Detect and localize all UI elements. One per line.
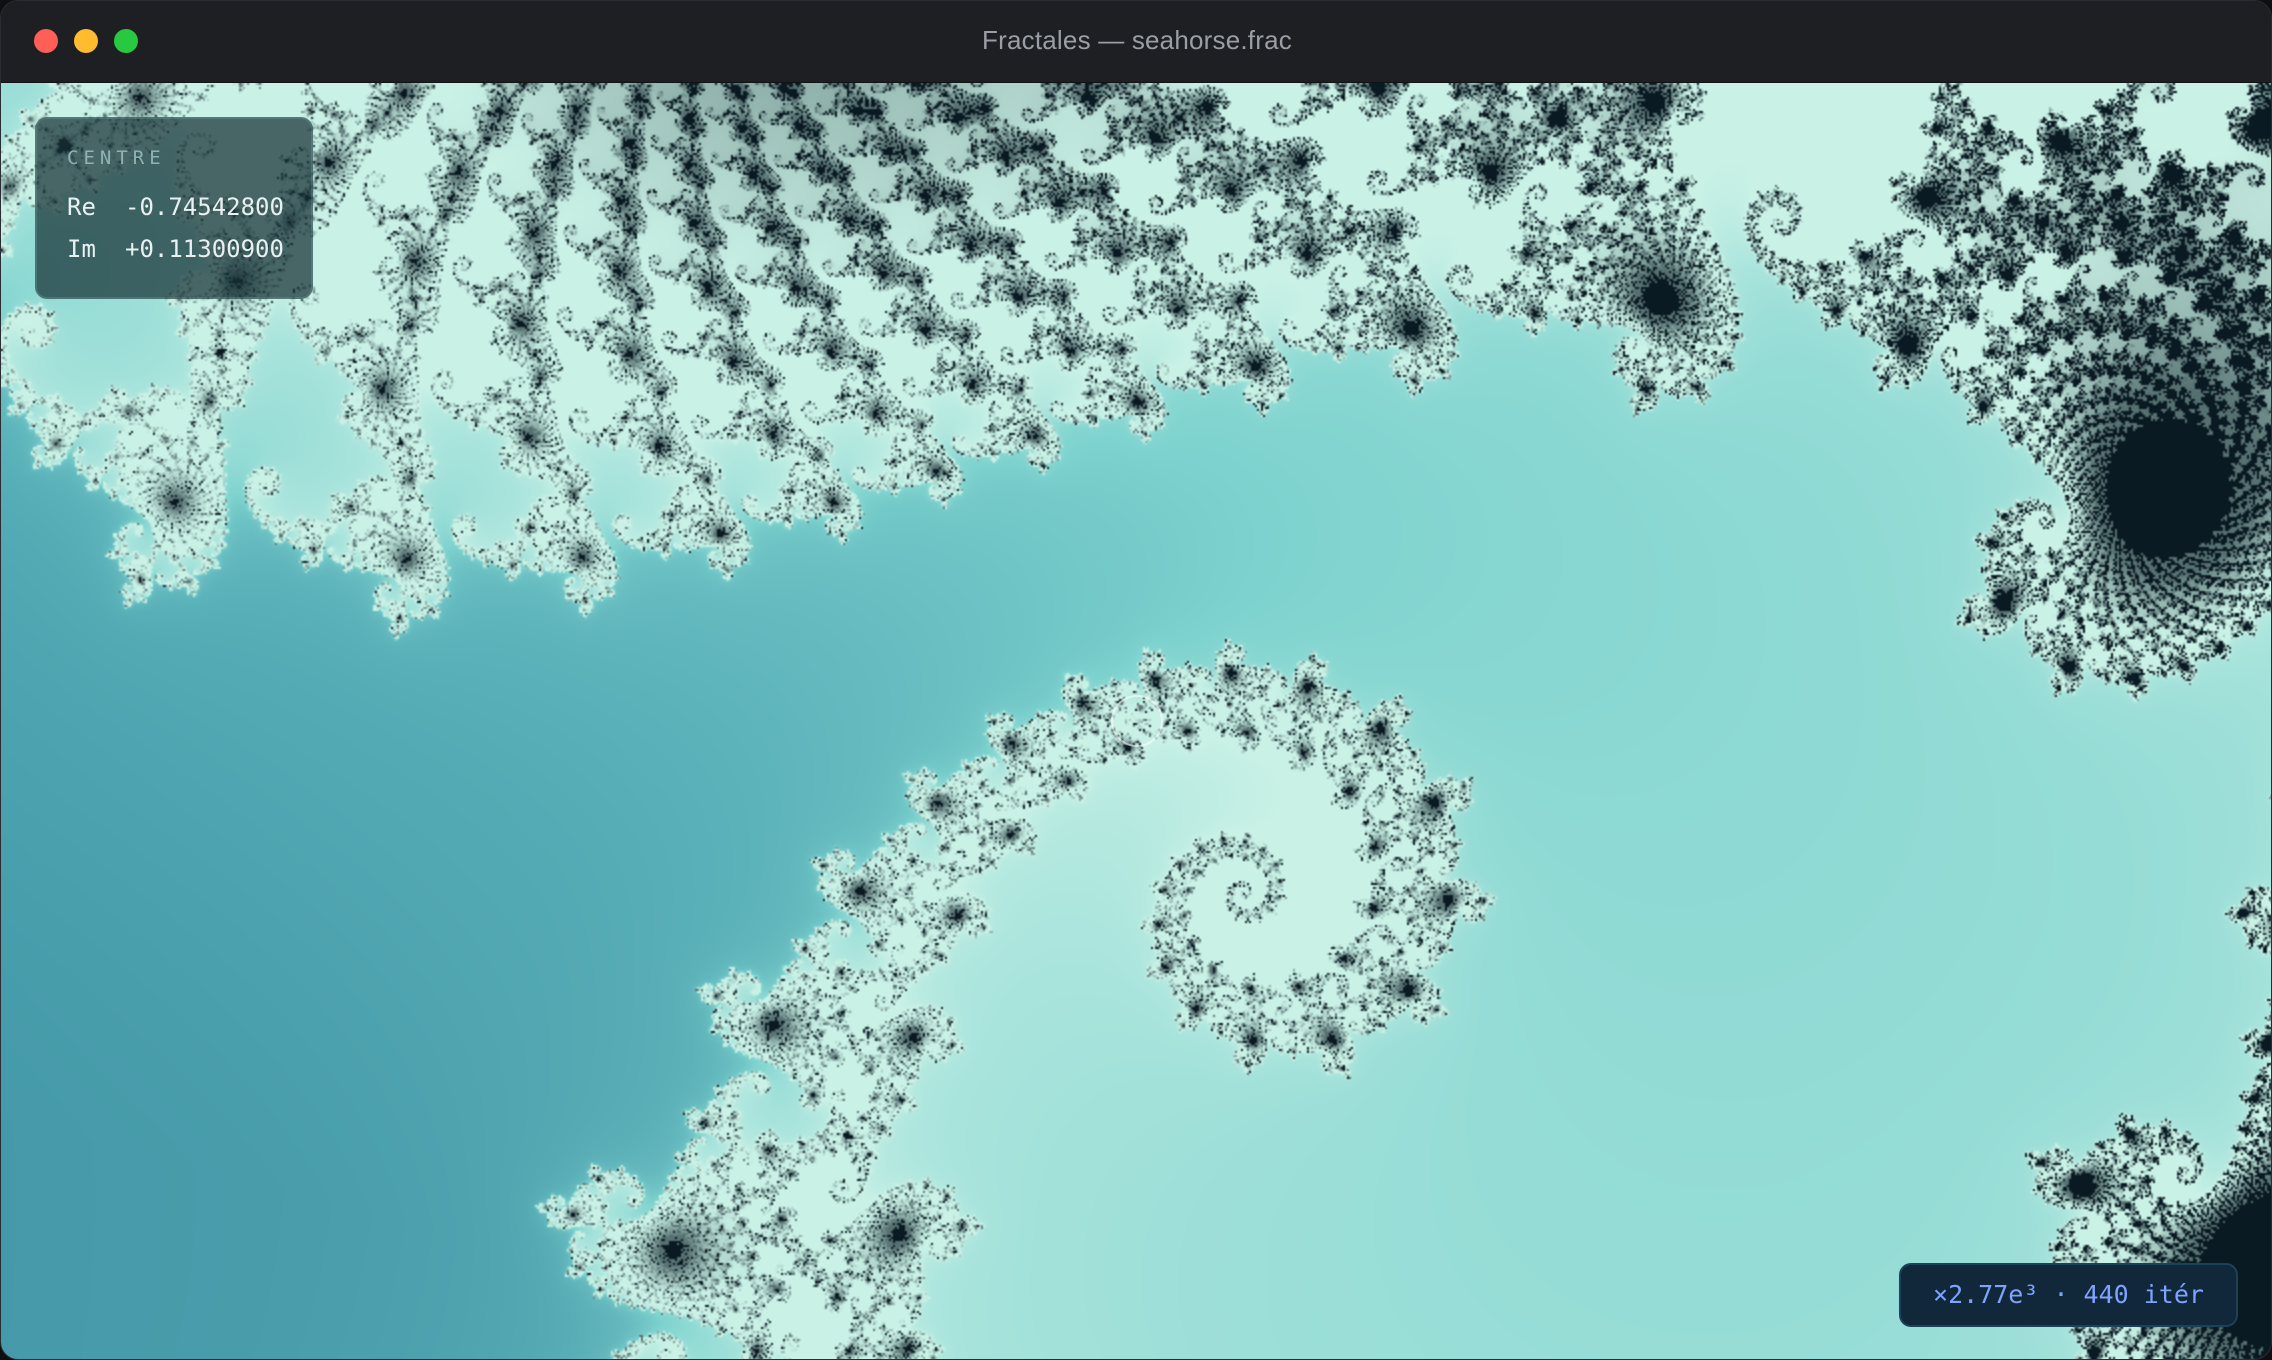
window-title: Fractales — seahorse.frac xyxy=(982,25,1292,55)
real-label: Re xyxy=(67,193,96,221)
real-value: -0.74542800 xyxy=(125,193,284,221)
centre-coordinates-panel: CENTRE Re -0.74542800 Im +0.11300900 xyxy=(35,117,313,299)
crosshair-reticle xyxy=(1111,695,1163,747)
title-bar[interactable]: Fractales — seahorse.frac xyxy=(1,1,2271,83)
fractal-viewport[interactable]: CENTRE Re -0.74542800 Im +0.11300900 ×2.77… xyxy=(1,83,2271,1359)
imaginary-label: Im xyxy=(67,235,96,263)
imaginary-coordinate-row: Im +0.11300900 xyxy=(67,235,284,263)
imaginary-value: +0.11300900 xyxy=(125,235,284,263)
real-coordinate-row: Re -0.74542800 xyxy=(67,193,284,221)
zoom-iterations-badge: ×2.77e³ · 440 itér xyxy=(1899,1263,2238,1327)
app-window: Fractales — seahorse.frac CENTRE Re -0.74… xyxy=(0,0,2272,1360)
centre-label: CENTRE xyxy=(67,147,166,169)
